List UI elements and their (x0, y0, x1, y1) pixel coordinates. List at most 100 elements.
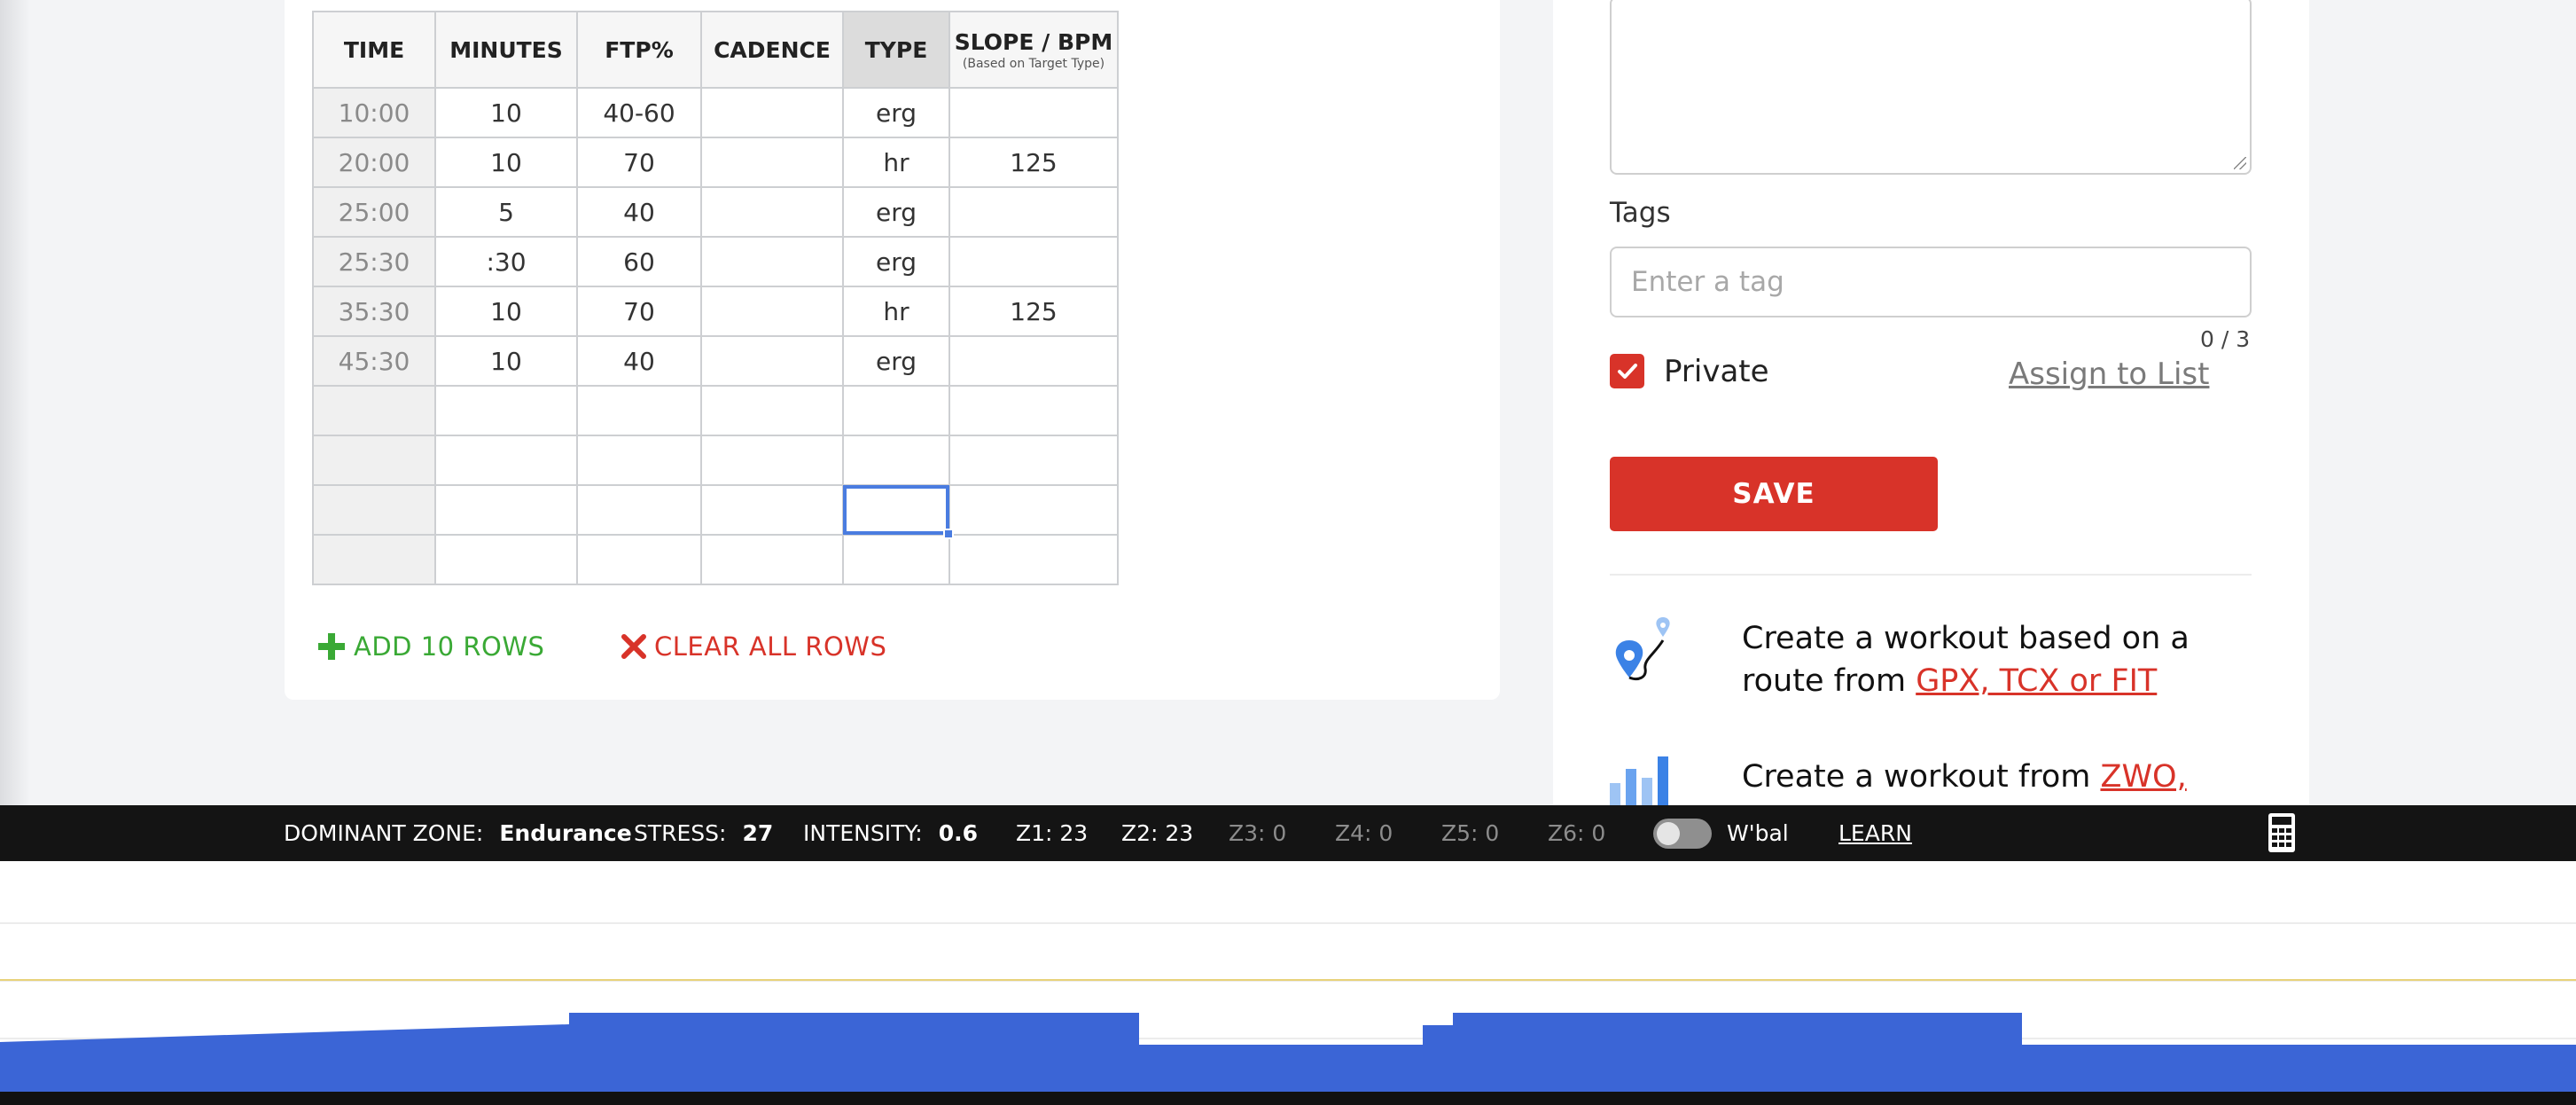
minutes-cell[interactable]: 5 (434, 186, 578, 238)
clear-all-rows-button[interactable]: CLEAR ALL ROWS (621, 631, 886, 662)
cadence-cell[interactable] (700, 236, 844, 287)
slope-cell[interactable] (948, 236, 1119, 287)
table-row: 35:30 10 70 hr 125 (312, 286, 1119, 337)
zone-4-stat: Z4: 0 (1335, 820, 1393, 846)
add-10-rows-button[interactable]: ADD 10 ROWS (316, 631, 544, 662)
intensity-label: INTENSITY: (803, 820, 923, 846)
zone-5-stat: Z5: 0 (1441, 820, 1500, 846)
table-row: 10:00 10 40-60 erg (312, 87, 1119, 138)
col-header-cadence[interactable]: CADENCE (700, 11, 844, 89)
type-cell[interactable]: hr (842, 137, 950, 188)
col-header-minutes[interactable]: MINUTES (434, 11, 578, 89)
time-cell (312, 385, 436, 436)
slope-cell[interactable] (948, 87, 1119, 138)
table-row (312, 385, 1119, 436)
minutes-cell[interactable] (434, 484, 578, 536)
description-textarea[interactable] (1610, 0, 2252, 175)
zone-6-stat: Z6: 0 (1548, 820, 1606, 846)
minutes-cell[interactable]: 10 (434, 286, 578, 337)
slope-cell[interactable] (948, 186, 1119, 238)
cadence-cell[interactable] (700, 484, 844, 536)
minutes-cell[interactable] (434, 534, 578, 585)
workout-stats-bar: DOMINANT ZONE: Endurance STRESS: 27 INTE… (0, 805, 2576, 861)
col-header-ftp[interactable]: FTP% (576, 11, 702, 89)
cadence-cell[interactable] (700, 186, 844, 238)
cadence-cell[interactable] (700, 534, 844, 585)
slope-cell[interactable] (948, 534, 1119, 585)
minutes-cell[interactable] (434, 435, 578, 486)
minutes-cell[interactable]: 10 (434, 87, 578, 138)
slope-cell[interactable] (948, 484, 1119, 536)
cadence-cell[interactable] (700, 435, 844, 486)
plus-icon (318, 633, 345, 660)
save-button[interactable]: SAVE (1610, 457, 1938, 531)
type-cell[interactable]: erg (842, 87, 950, 138)
table-header-row: TIME MINUTES FTP% CADENCE TYPE SLOPE / B… (312, 11, 1119, 89)
ftp-cell[interactable] (576, 385, 702, 436)
workout-profile-svg (0, 922, 2576, 1105)
ftp-cell[interactable]: 60 (576, 236, 702, 287)
resize-grip-icon[interactable] (2234, 157, 2246, 169)
type-cell[interactable]: hr (842, 286, 950, 337)
promo-route: Create a workout based on a route from G… (1742, 617, 2238, 702)
slope-cell[interactable]: 125 (948, 286, 1119, 337)
zone-1-stat: Z1: 23 (1016, 820, 1089, 846)
bar-chart-icon (1610, 756, 1668, 805)
learn-link[interactable]: LEARN (1838, 805, 1912, 861)
cadence-cell[interactable] (700, 87, 844, 138)
slope-cell[interactable]: 125 (948, 137, 1119, 188)
ftp-cell[interactable]: 70 (576, 137, 702, 188)
zwo-link[interactable]: ZWO, (2100, 759, 2186, 795)
ftp-cell[interactable] (576, 534, 702, 585)
ftp-cell[interactable]: 40 (576, 335, 702, 387)
ftp-cell[interactable]: 40-60 (576, 87, 702, 138)
col-header-time[interactable]: TIME (312, 11, 436, 89)
type-cell[interactable] (842, 385, 950, 436)
table-row (312, 435, 1119, 486)
selection-handle[interactable] (943, 529, 954, 539)
minutes-cell[interactable]: 10 (434, 335, 578, 387)
ftp-cell[interactable] (576, 435, 702, 486)
type-cell[interactable]: erg (842, 186, 950, 238)
type-cell-selected[interactable] (842, 484, 954, 539)
time-cell: 25:00 (312, 186, 436, 238)
table-row: 45:30 10 40 erg (312, 335, 1119, 387)
assign-to-list-link[interactable]: Assign to List (2009, 357, 2209, 392)
table-row (312, 534, 1119, 585)
private-checkbox[interactable] (1610, 354, 1644, 388)
cadence-cell[interactable] (700, 286, 844, 337)
promo-zwo-text: Create a workout from (1742, 759, 2101, 795)
slope-cell[interactable] (948, 435, 1119, 486)
col-header-slope-bpm[interactable]: SLOPE / BPM (Based on Target Type) (948, 11, 1119, 89)
section-divider (1610, 574, 2252, 576)
tag-input[interactable] (1610, 247, 2252, 317)
workout-profile-graph (0, 861, 2576, 1105)
cadence-cell[interactable] (700, 385, 844, 436)
dominant-zone-value: Endurance (499, 820, 632, 846)
gpx-tcx-fit-link[interactable]: GPX, TCX or FIT (1916, 663, 2157, 699)
cadence-cell[interactable] (700, 137, 844, 188)
ftp-cell[interactable]: 40 (576, 186, 702, 238)
graph-baseline (0, 1092, 2576, 1105)
slope-cell[interactable] (948, 335, 1119, 387)
time-cell: 10:00 (312, 87, 436, 138)
time-cell (312, 435, 436, 486)
ftp-cell[interactable]: 70 (576, 286, 702, 337)
wbal-toggle[interactable] (1653, 819, 1712, 849)
type-cell[interactable]: erg (842, 236, 950, 287)
calculator-icon[interactable] (2268, 812, 2296, 853)
type-cell[interactable] (842, 534, 950, 585)
ftp-cell[interactable] (576, 484, 702, 536)
minutes-cell[interactable] (434, 385, 578, 436)
col-header-type[interactable]: TYPE (842, 11, 950, 89)
dominant-zone-stat: DOMINANT ZONE: Endurance (284, 805, 632, 861)
interval-table: TIME MINUTES FTP% CADENCE TYPE SLOPE / B… (312, 11, 1119, 585)
type-cell[interactable] (842, 435, 950, 486)
slope-cell[interactable] (948, 385, 1119, 436)
minutes-cell[interactable]: :30 (434, 236, 578, 287)
minutes-cell[interactable]: 10 (434, 137, 578, 188)
time-cell (312, 534, 436, 585)
type-cell[interactable]: erg (842, 335, 950, 387)
cadence-cell[interactable] (700, 335, 844, 387)
dominant-zone-label: DOMINANT ZONE: (284, 820, 484, 846)
